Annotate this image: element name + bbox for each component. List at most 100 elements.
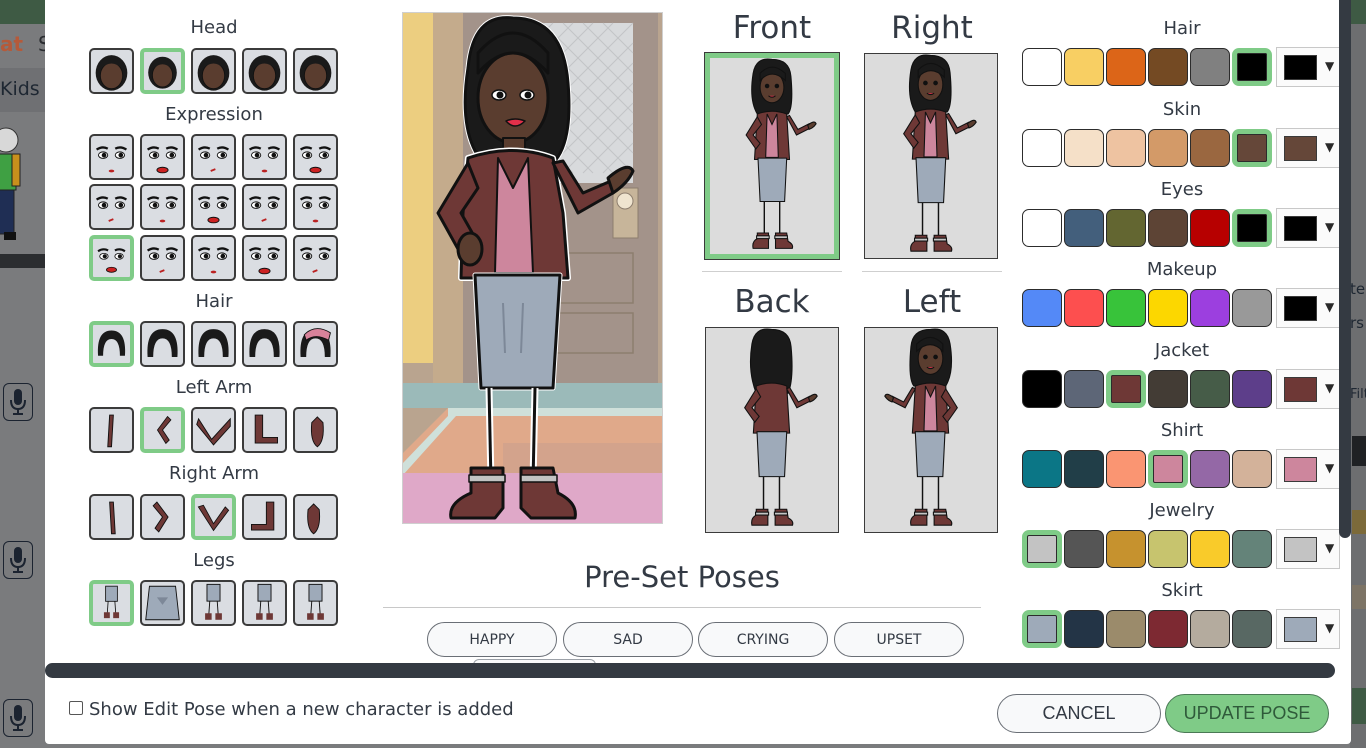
skin-color-swatch[interactable]: [1232, 129, 1272, 167]
pose-upset-button[interactable]: UPSET: [834, 622, 964, 657]
expression-option[interactable]: [293, 134, 338, 180]
jewelry-color-swatch[interactable]: [1148, 530, 1188, 568]
pose-crying-button[interactable]: CRYING: [698, 622, 828, 657]
hair-option[interactable]: [89, 321, 134, 367]
skirt-color-swatch[interactable]: [1022, 610, 1062, 648]
expression-option[interactable]: [140, 235, 185, 281]
skin-color-swatch[interactable]: [1148, 129, 1188, 167]
expression-option[interactable]: [242, 134, 287, 180]
jacket-color-swatch[interactable]: [1190, 370, 1230, 408]
eyes-color-swatch[interactable]: [1232, 209, 1272, 247]
hair-custom-color-dropdown[interactable]: ▼: [1276, 47, 1340, 87]
shirt-color-swatch[interactable]: [1232, 450, 1272, 488]
microphone-icon[interactable]: [3, 383, 33, 421]
skin-color-swatch[interactable]: [1064, 129, 1104, 167]
expression-option[interactable]: [293, 235, 338, 281]
skin-custom-color-dropdown[interactable]: ▼: [1276, 128, 1340, 168]
hair-option[interactable]: [242, 321, 287, 367]
right-arm-option[interactable]: [140, 494, 185, 540]
hair-color-swatch[interactable]: [1190, 48, 1230, 86]
legs-option[interactable]: [89, 580, 134, 626]
expression-option[interactable]: [191, 235, 236, 281]
legs-option[interactable]: [140, 580, 185, 626]
view-back[interactable]: [705, 327, 839, 533]
expression-option[interactable]: [293, 184, 338, 230]
makeup-color-swatch[interactable]: [1022, 289, 1062, 327]
skirt-color-swatch[interactable]: [1148, 610, 1188, 648]
eyes-color-swatch[interactable]: [1106, 209, 1146, 247]
jacket-custom-color-dropdown[interactable]: ▼: [1276, 369, 1340, 409]
makeup-color-swatch[interactable]: [1148, 289, 1188, 327]
head-option[interactable]: [89, 48, 134, 94]
eyes-color-swatch[interactable]: [1190, 209, 1230, 247]
hair-color-swatch[interactable]: [1022, 48, 1062, 86]
right-arm-option[interactable]: [242, 494, 287, 540]
makeup-custom-color-dropdown[interactable]: ▼: [1276, 288, 1340, 328]
head-option[interactable]: [140, 48, 185, 94]
expression-option[interactable]: [191, 184, 236, 230]
hair-color-swatch[interactable]: [1232, 48, 1272, 86]
expression-option[interactable]: [242, 235, 287, 281]
shirt-custom-color-dropdown[interactable]: ▼: [1276, 449, 1340, 489]
jewelry-color-swatch[interactable]: [1190, 530, 1230, 568]
skirt-color-swatch[interactable]: [1064, 610, 1104, 648]
jacket-color-swatch[interactable]: [1106, 370, 1146, 408]
expression-option[interactable]: [89, 235, 134, 281]
jewelry-color-swatch[interactable]: [1232, 530, 1272, 568]
shirt-color-swatch[interactable]: [1022, 450, 1062, 488]
jacket-color-swatch[interactable]: [1148, 370, 1188, 408]
left-arm-option[interactable]: [140, 407, 185, 453]
right-arm-option[interactable]: [89, 494, 134, 540]
expression-option[interactable]: [89, 184, 134, 230]
shirt-color-swatch[interactable]: [1190, 450, 1230, 488]
skirt-color-swatch[interactable]: [1190, 610, 1230, 648]
skin-color-swatch[interactable]: [1022, 129, 1062, 167]
expression-option[interactable]: [191, 134, 236, 180]
shirt-color-swatch[interactable]: [1148, 450, 1188, 488]
shirt-color-swatch[interactable]: [1106, 450, 1146, 488]
skirt-color-swatch[interactable]: [1106, 610, 1146, 648]
eyes-color-swatch[interactable]: [1148, 209, 1188, 247]
jewelry-color-swatch[interactable]: [1064, 530, 1104, 568]
expression-option[interactable]: [89, 134, 134, 180]
left-arm-option[interactable]: [191, 407, 236, 453]
jacket-color-swatch[interactable]: [1064, 370, 1104, 408]
makeup-color-swatch[interactable]: [1232, 289, 1272, 327]
hair-option[interactable]: [140, 321, 185, 367]
pose-happy-button[interactable]: HAPPY: [427, 622, 557, 657]
show-edit-pose-checkbox[interactable]: [69, 701, 83, 715]
eyes-custom-color-dropdown[interactable]: ▼: [1276, 208, 1340, 248]
jewelry-color-swatch[interactable]: [1106, 530, 1146, 568]
makeup-color-swatch[interactable]: [1064, 289, 1104, 327]
hair-option[interactable]: [293, 321, 338, 367]
right-arm-option[interactable]: [191, 494, 236, 540]
pose-sad-button[interactable]: SAD: [563, 622, 693, 657]
jacket-color-swatch[interactable]: [1022, 370, 1062, 408]
view-left[interactable]: [864, 327, 998, 533]
right-arm-option[interactable]: [293, 494, 338, 540]
head-option[interactable]: [293, 48, 338, 94]
horizontal-scrollbar[interactable]: [45, 663, 1335, 678]
cancel-button[interactable]: CANCEL: [997, 694, 1161, 733]
left-arm-option[interactable]: [89, 407, 134, 453]
view-front[interactable]: [704, 52, 840, 260]
skirt-color-swatch[interactable]: [1232, 610, 1272, 648]
head-option[interactable]: [191, 48, 236, 94]
eyes-color-swatch[interactable]: [1064, 209, 1104, 247]
makeup-color-swatch[interactable]: [1106, 289, 1146, 327]
vertical-scrollbar[interactable]: [1339, 0, 1351, 538]
head-option[interactable]: [242, 48, 287, 94]
view-right[interactable]: [864, 53, 998, 259]
microphone-icon[interactable]: [3, 541, 33, 579]
eyes-color-swatch[interactable]: [1022, 209, 1062, 247]
legs-option[interactable]: [242, 580, 287, 626]
jacket-color-swatch[interactable]: [1232, 370, 1272, 408]
left-arm-option[interactable]: [293, 407, 338, 453]
update-pose-button[interactable]: UPDATE POSE: [1165, 694, 1329, 733]
skin-color-swatch[interactable]: [1106, 129, 1146, 167]
jewelry-color-swatch[interactable]: [1022, 530, 1062, 568]
shirt-color-swatch[interactable]: [1064, 450, 1104, 488]
expression-option[interactable]: [140, 134, 185, 180]
skin-color-swatch[interactable]: [1190, 129, 1230, 167]
legs-option[interactable]: [191, 580, 236, 626]
